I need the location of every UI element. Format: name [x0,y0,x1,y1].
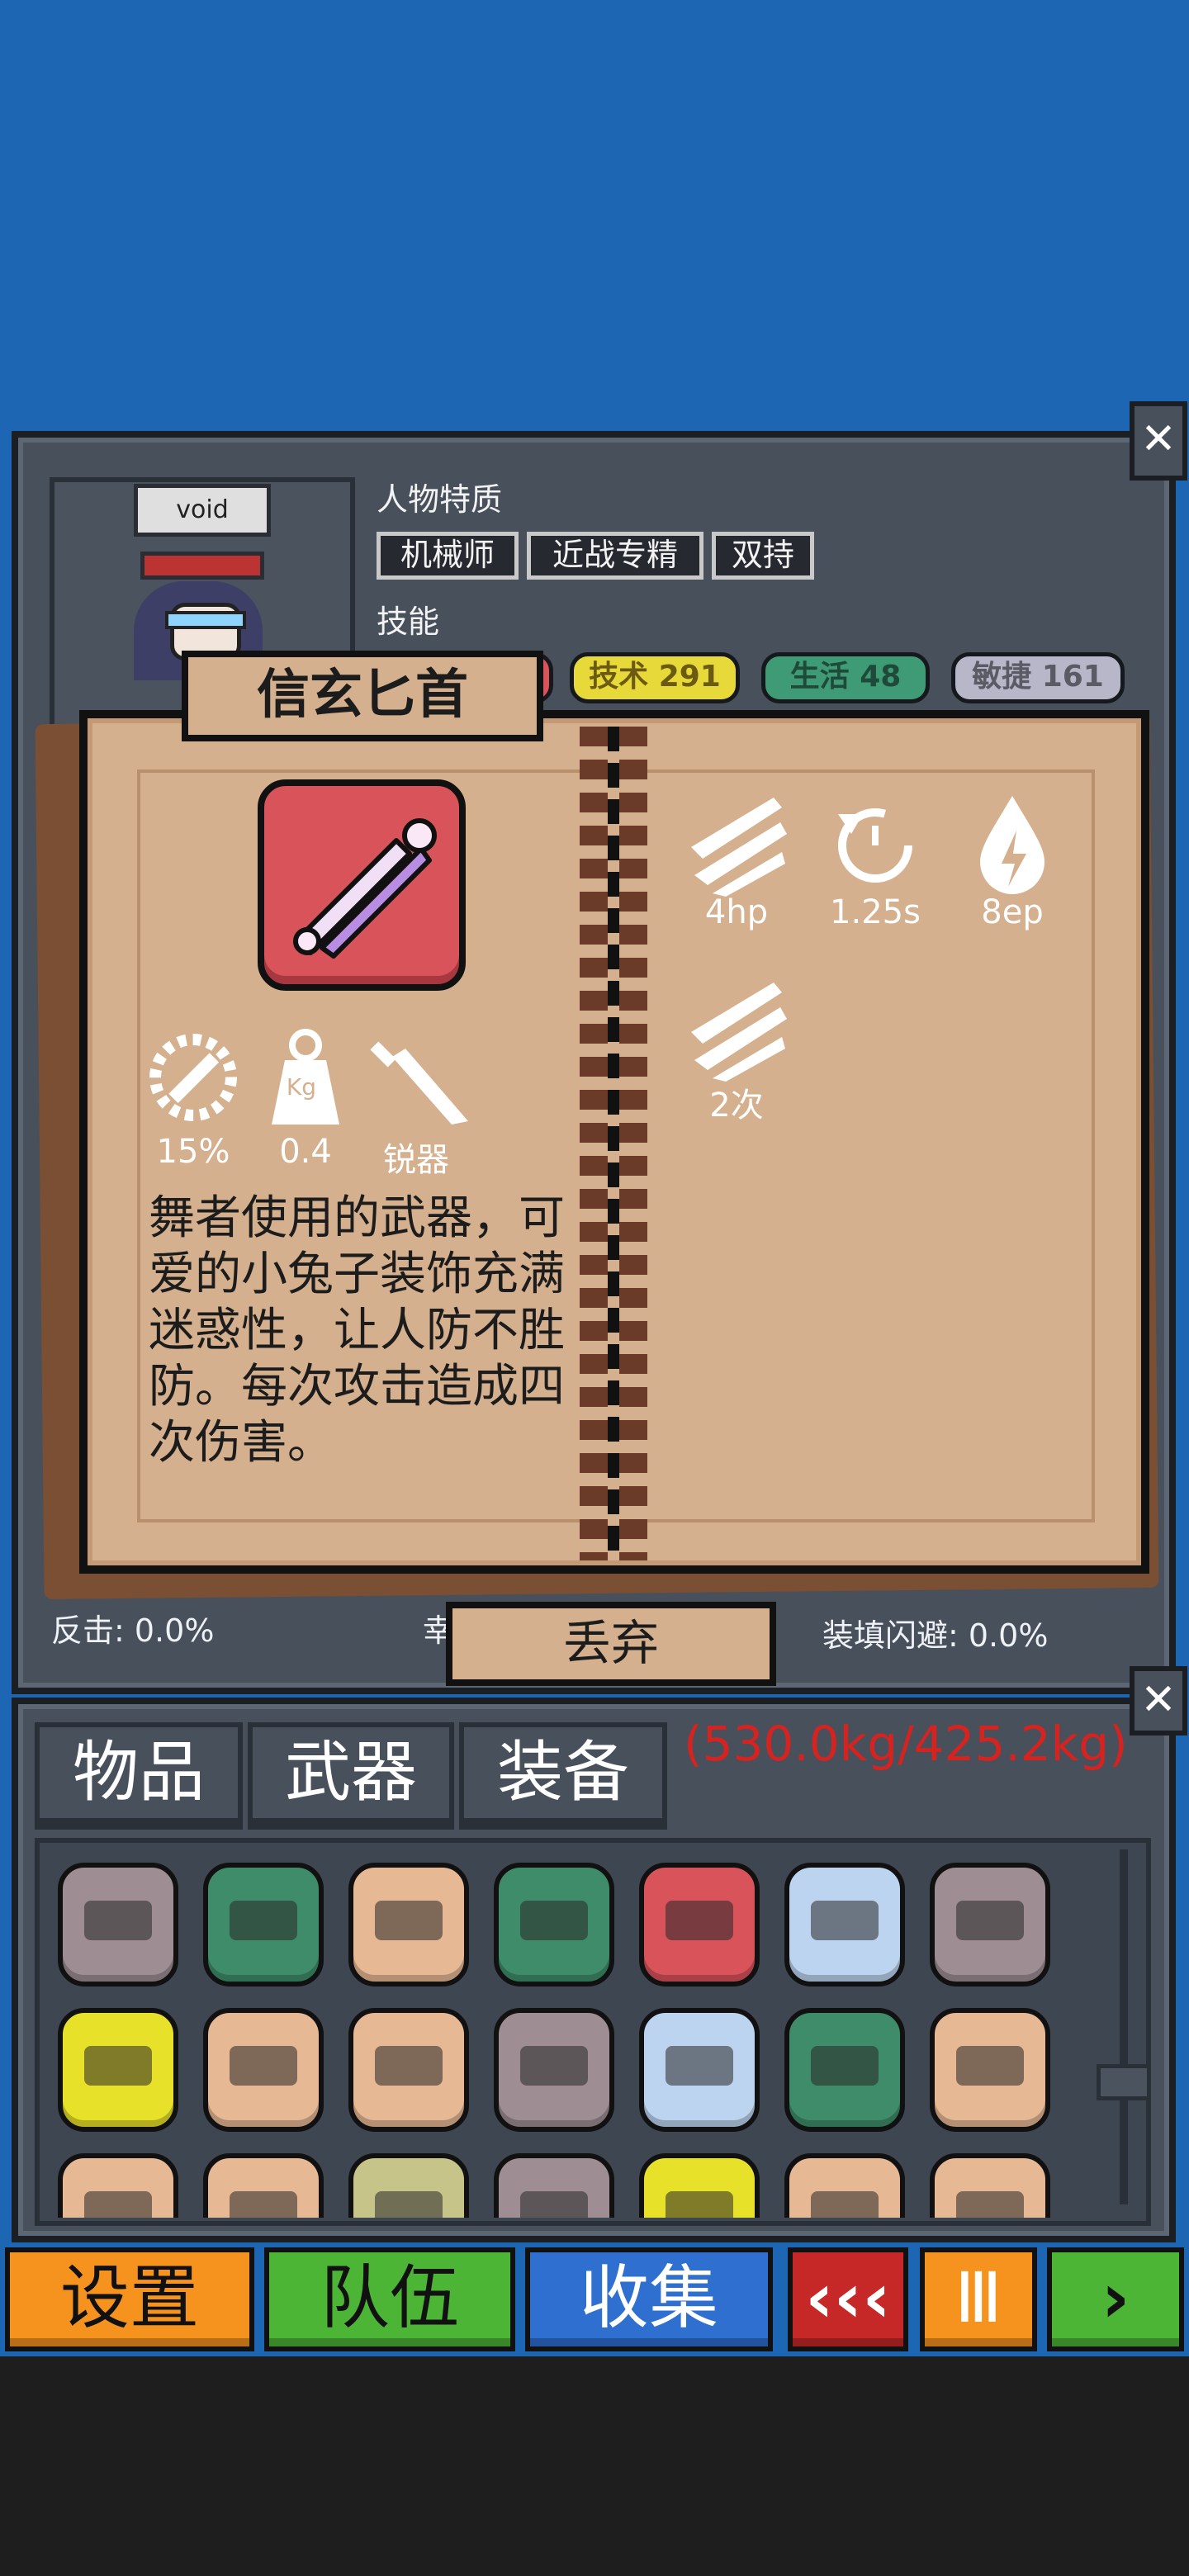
tab-equipment[interactable]: 装备 [459,1722,667,1830]
weight-value: 0.4 [279,1133,332,1171]
hammer-icon [230,2191,297,2218]
white-rifle-icon [520,2191,588,2218]
inventory-slot[interactable] [203,1863,324,1986]
durability-wrench-icon [135,1024,251,1131]
backpack-icon [666,2191,733,2218]
smg-icon [811,1901,879,1940]
pipe-icon [375,1901,443,1940]
smg-icon [666,2046,733,2086]
skill-badge-tech[interactable]: 技术 291 [570,652,740,703]
inventory-slot[interactable] [930,1863,1050,1986]
dagger-icon [358,1024,474,1131]
trait-badge[interactable]: 近战专精 [527,532,703,580]
inventory-slot[interactable] [203,2153,324,2218]
trait-badge[interactable]: 机械师 [377,532,519,580]
inventory-slot[interactable] [930,2153,1050,2218]
avatar-goggle [165,611,246,629]
close-character-panel-button[interactable]: ✕ [1130,401,1187,481]
tab-weapons[interactable]: 武器 [248,1722,454,1830]
pause-button[interactable]: Ⅲ [920,2247,1037,2351]
inventory-slot[interactable] [639,1863,760,1986]
discard-button[interactable]: 丢弃 [446,1602,776,1686]
inventory-slot[interactable] [784,2153,905,2218]
skill-badge-life[interactable]: 生活 48 [761,652,930,703]
traits-title: 人物特质 [377,481,503,518]
crowbar-icon [956,2191,1024,2218]
shotgun-icon [375,2191,443,2218]
skills-title: 技能 [377,604,440,640]
inventory-slot[interactable] [494,2153,614,2218]
carry-weight: (530.0kg/425.2kg) [684,1716,1128,1772]
inventory-slots [58,1863,1082,2218]
cooldown-icon [817,789,933,897]
forward-button[interactable]: › [1047,2247,1184,2351]
rewind-button[interactable]: ‹‹‹ [788,2247,908,2351]
pipe-icon [84,2191,152,2218]
team-button[interactable]: 队伍 [264,2247,515,2351]
weight-unit-glyph: Kg [286,1073,317,1101]
bow-icon [230,2046,297,2086]
cooldown-value: 1.25s [830,893,921,931]
character-hp-bar [140,552,264,580]
weight-icon: Kg [248,1024,363,1131]
sword-icon [956,1901,1024,1940]
bat-icon [956,2046,1024,2086]
energy-icon [955,789,1070,897]
pistol-icon [811,2046,879,2086]
inventory-slot[interactable] [348,2008,469,2132]
skill-badge-agility[interactable]: 敏捷 161 [951,652,1125,703]
hit-count-value: 2次 [709,1087,764,1125]
damage-value: 4hp [704,893,769,931]
scroll-thumb[interactable] [1097,2064,1151,2100]
inventory-slot[interactable] [348,1863,469,1986]
pipe-icon [811,2191,879,2218]
inventory-slot[interactable] [203,2008,324,2132]
inventory-slot[interactable] [58,2008,178,2132]
purple-blaster-icon [520,2046,588,2086]
grenade-icon [84,2046,152,2086]
inventory-slot[interactable] [494,1863,614,1986]
item-title: 信玄匕首 [182,651,543,741]
inventory-scrollbar[interactable] [1120,1849,1128,2204]
stat-reload-dodge: 装填闪避: 0.0% [822,1617,1049,1654]
book-spine-stitch [608,727,619,1560]
twin-dagger-icon [293,818,437,959]
close-icon: ✕ [1140,414,1177,464]
character-name: void [134,484,271,537]
pistol-icon [230,1901,297,1940]
slash-damage-icon [679,789,794,897]
rifle-icon [520,1901,588,1940]
inventory-slot[interactable] [58,2153,178,2218]
inventory-slot[interactable] [784,1863,905,1986]
multi-hit-icon [679,974,794,1082]
twin-dagger-icon [666,1901,733,1940]
inventory-slot[interactable] [494,2008,614,2132]
trait-badge[interactable]: 双持 [712,532,814,580]
item-description: 舞者使用的武器，可爱的小兔子装饰充满迷惑性，让人防不胜防。每次攻击造成四次伤害。 [149,1191,565,1470]
inventory-slot[interactable] [784,2008,905,2132]
item-icon [258,779,466,991]
inventory-slot[interactable] [348,2153,469,2218]
collect-button[interactable]: 收集 [525,2247,773,2351]
tab-items[interactable]: 物品 [35,1722,243,1830]
crowbar-icon [375,2046,443,2086]
system-bottom-area [0,2356,1189,2576]
purple-blaster-icon [84,1901,152,1940]
inventory-slot[interactable] [639,2153,760,2218]
stat-counter: 反击: 0.0% [51,1612,215,1649]
damage-type-value: 锐器 [383,1141,449,1179]
inventory-slot[interactable] [930,2008,1050,2132]
energy-value: 8ep [981,893,1044,931]
durability-value: 15% [156,1133,230,1171]
inventory-slot[interactable] [58,1863,178,1986]
inventory-slot[interactable] [639,2008,760,2132]
settings-button[interactable]: 设置 [5,2247,254,2351]
